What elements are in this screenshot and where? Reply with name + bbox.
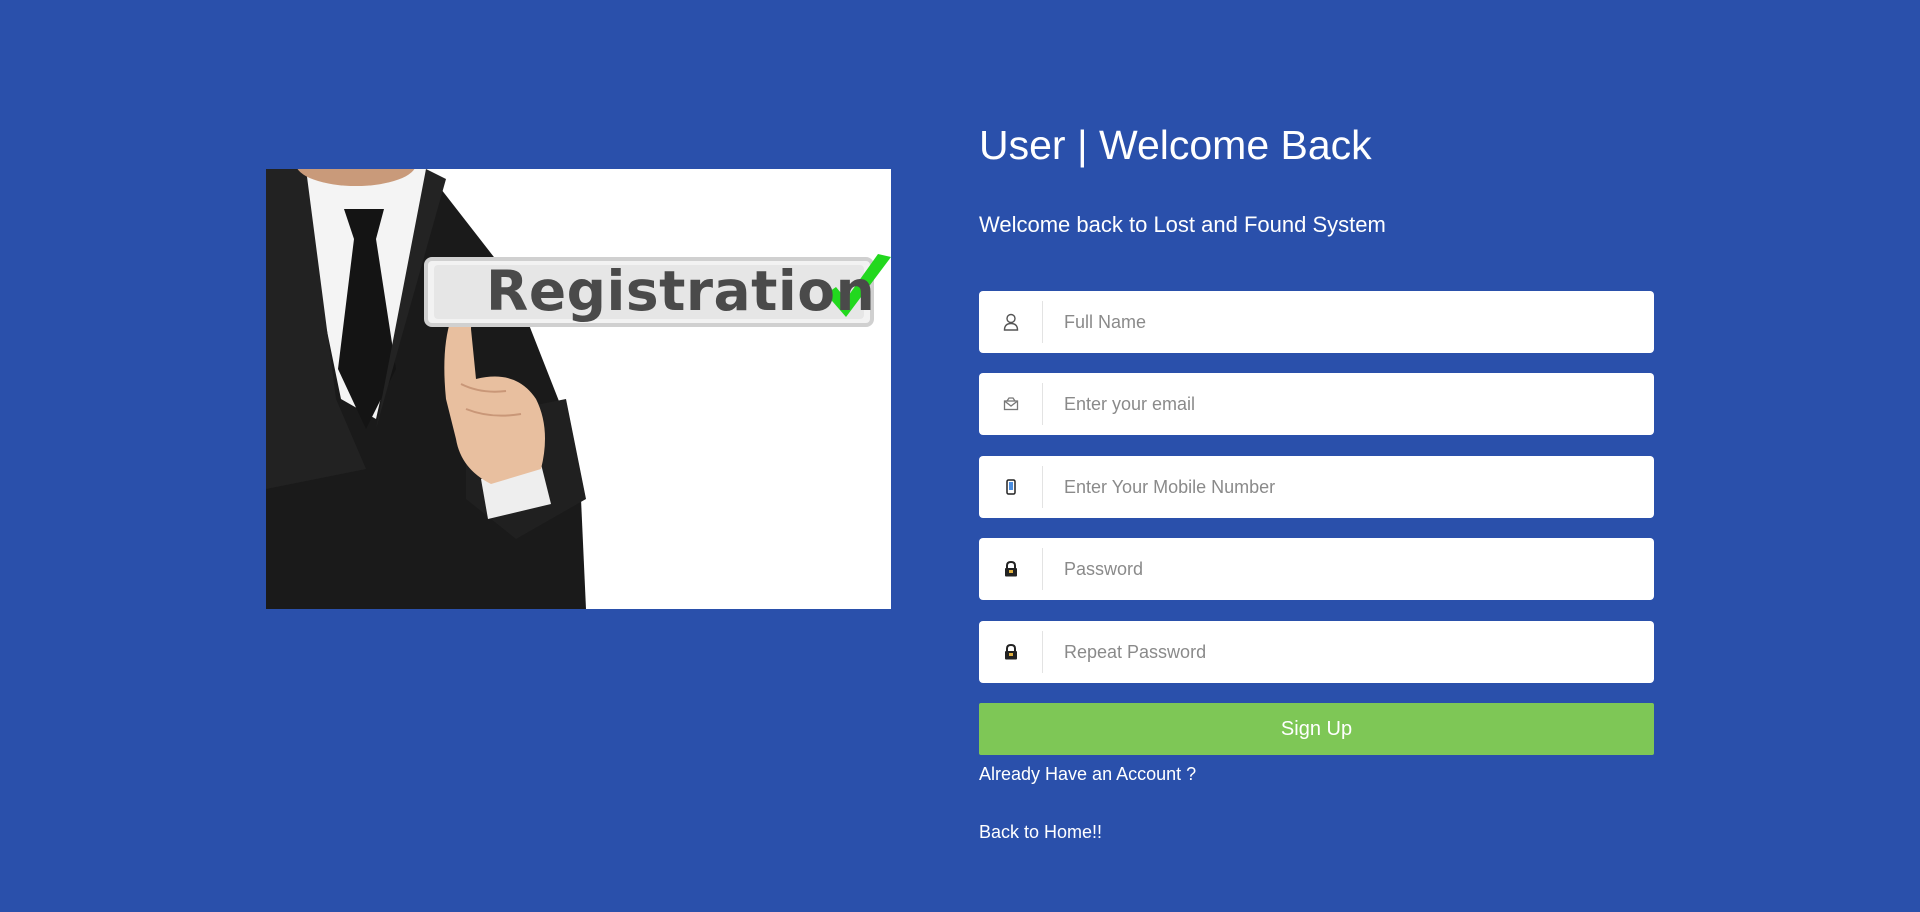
already-have-account-link[interactable]: Already Have an Account ? xyxy=(979,764,1196,785)
lock-icon xyxy=(979,631,1043,673)
repeat-password-input[interactable] xyxy=(1043,621,1654,683)
full-name-input[interactable] xyxy=(1043,291,1654,353)
password-field xyxy=(979,538,1654,600)
mobile-input[interactable] xyxy=(1043,456,1654,518)
back-to-home-link[interactable]: Back to Home!! xyxy=(979,822,1102,843)
mobile-field xyxy=(979,456,1654,518)
lock-icon xyxy=(979,548,1043,590)
sign-up-button[interactable]: Sign Up xyxy=(979,703,1654,755)
mobile-icon xyxy=(979,466,1043,508)
registration-banner-text: Registration xyxy=(486,259,876,323)
password-input[interactable] xyxy=(1043,538,1654,600)
repeat-password-field xyxy=(979,621,1654,683)
email-field xyxy=(979,373,1654,435)
page-subtitle: Welcome back to Lost and Found System xyxy=(979,212,1386,237)
page-title: User | Welcome Back xyxy=(979,122,1372,168)
user-icon xyxy=(979,301,1043,343)
full-name-field xyxy=(979,291,1654,353)
email-input[interactable] xyxy=(1043,373,1654,435)
email-icon xyxy=(979,383,1043,425)
registration-illustration: Registration xyxy=(266,169,891,609)
